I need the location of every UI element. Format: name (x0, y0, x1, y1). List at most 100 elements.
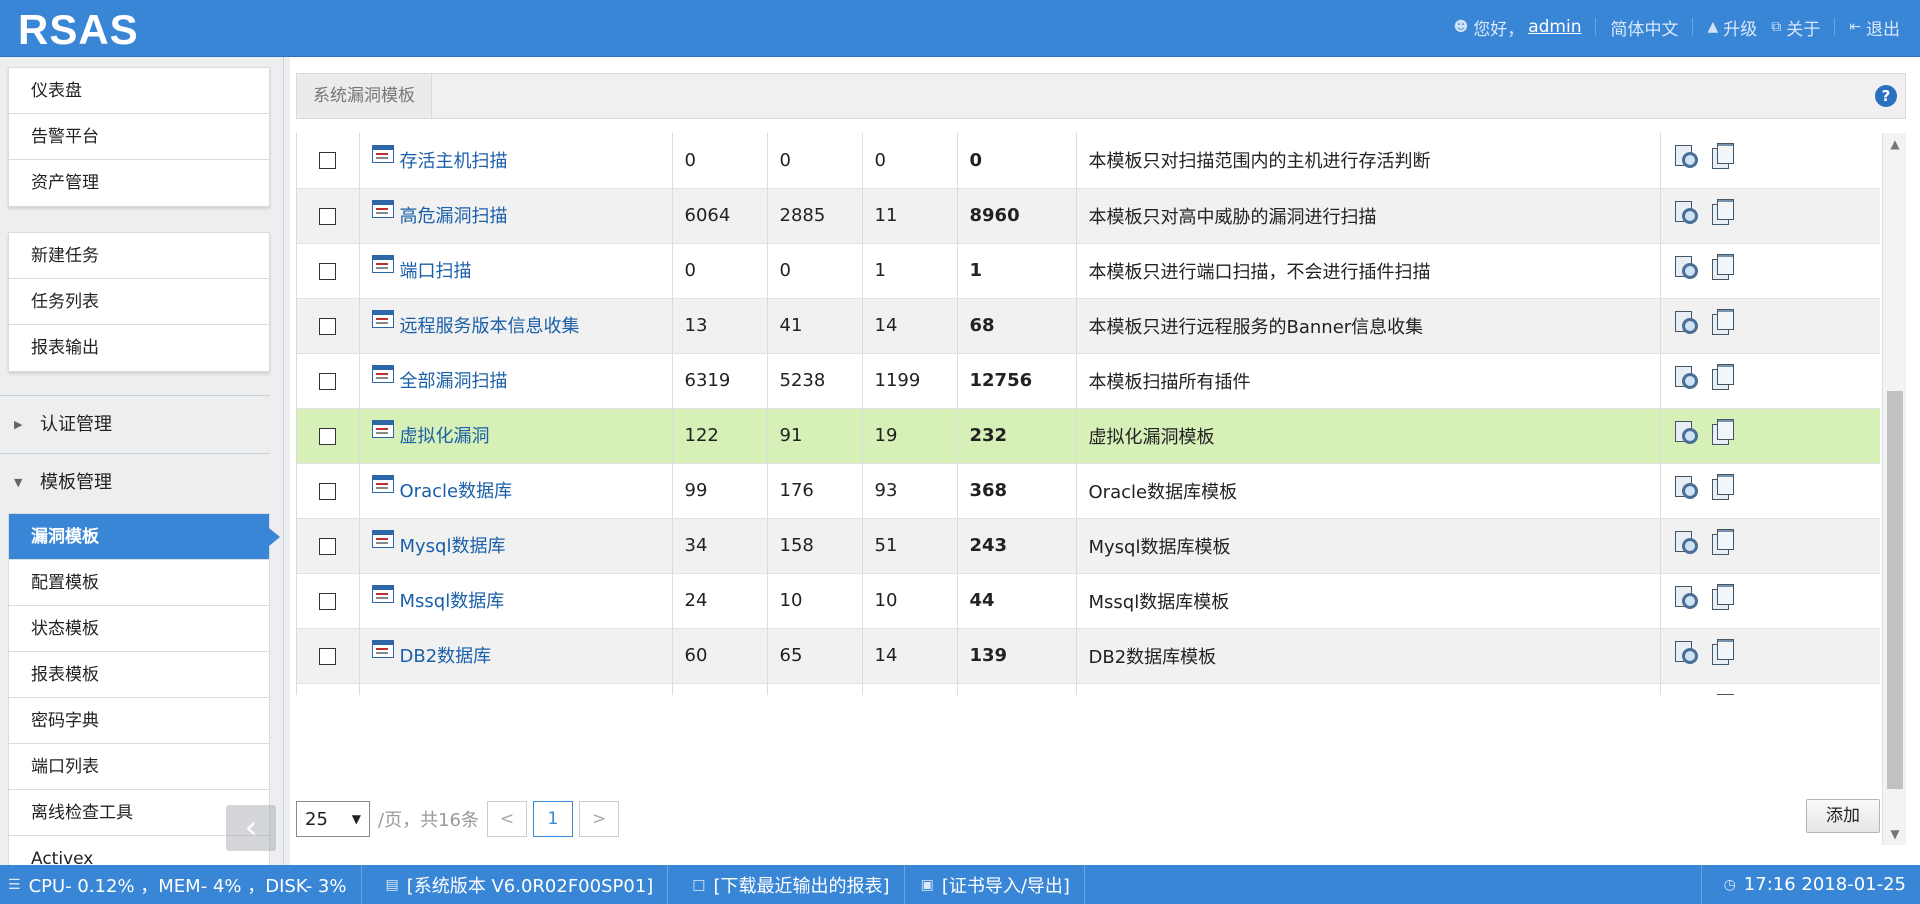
user-greeting: ☻ 您好， admin (1454, 15, 1582, 40)
copy-icon[interactable] (1709, 363, 1735, 390)
current-page-button[interactable]: 1 (532, 801, 573, 837)
sidebar-item-password-dict[interactable]: 密码字典 (9, 698, 269, 744)
copy-icon[interactable] (1709, 198, 1735, 225)
sidebar-item-report-output[interactable]: 报表输出 (9, 325, 269, 371)
row-checkbox[interactable] (319, 317, 337, 335)
view-icon[interactable] (1673, 694, 1699, 696)
template-name-link[interactable]: 虚拟化漏洞 (371, 420, 490, 448)
view-icon[interactable] (1673, 529, 1699, 555)
copy-icon[interactable] (1709, 143, 1735, 170)
datetime-text: 17:16 2018-01-25 (1743, 874, 1906, 895)
table-row[interactable]: 远程服务版本信息收集 13 41 14 68 本模板只进行远程服务的Banner信息收集 (297, 298, 1880, 354)
sidebar-item-new-task[interactable]: 新建任务 (9, 233, 269, 279)
row-checkbox[interactable] (319, 207, 337, 225)
template-doc-icon (371, 200, 394, 218)
sidebar-item-dashboard[interactable]: 仪表盘 (9, 68, 269, 114)
table-row[interactable]: 存活主机扫描 0 0 0 0 本模板只对扫描范围内的主机进行存活判断 (297, 133, 1880, 189)
tab-system-vuln-template[interactable]: 系统漏洞模板 (297, 74, 432, 118)
caret-right-icon: ▶ (14, 418, 23, 431)
copy-icon[interactable] (1709, 693, 1735, 695)
template-name-link[interactable]: 远程服务版本信息收集 (371, 310, 580, 338)
view-icon[interactable] (1673, 639, 1699, 665)
view-icon[interactable] (1673, 199, 1699, 225)
scroll-up-icon[interactable]: ▲ (1883, 137, 1907, 151)
status-datetime: ◷ 17:16 2018-01-25 (1700, 865, 1920, 904)
row-checkbox[interactable] (319, 372, 337, 390)
copy-icon[interactable] (1709, 473, 1735, 500)
page-size-select[interactable]: 25 ▼ (296, 801, 370, 837)
view-icon[interactable] (1673, 309, 1699, 335)
copy-icon[interactable] (1709, 418, 1735, 445)
template-name-cell: 高危漏洞扫描 (359, 188, 673, 244)
help-icon[interactable]: ? (1875, 85, 1897, 107)
about-link[interactable]: ⧉ 关于 (1771, 15, 1820, 40)
next-page-button[interactable]: > (578, 801, 619, 837)
row-checkbox[interactable] (319, 647, 337, 665)
view-icon[interactable] (1673, 419, 1699, 445)
count-cell: 24 (672, 573, 768, 629)
sidebar-item-config-template[interactable]: 配置模板 (9, 560, 269, 606)
sidebar-item-vuln-template[interactable]: 漏洞模板 (9, 514, 280, 560)
row-checkbox[interactable] (319, 537, 337, 555)
row-checkbox[interactable] (319, 262, 337, 280)
collapse-sidebar-button[interactable]: ‹ (226, 805, 276, 851)
sidebar-item-alerts[interactable]: 告警平台 (9, 114, 269, 160)
template-name: 全部漏洞扫描 (399, 371, 508, 392)
row-checkbox[interactable] (319, 152, 337, 170)
sidebar-section-auth[interactable]: ▶ 认证管理 (0, 397, 270, 453)
username-link[interactable]: admin (1528, 17, 1581, 37)
app-logo: RSAS (18, 6, 139, 53)
table-row[interactable]: 虚拟化漏洞 122 91 19 232 虚拟化漏洞模板 (297, 408, 1880, 464)
template-name-link[interactable]: DB2数据库 (371, 640, 491, 668)
copy-icon[interactable] (1709, 638, 1735, 665)
cert-import-export-link[interactable]: ▣ [证书导入/导出] (905, 865, 1085, 904)
count-cell: 0 (862, 133, 958, 189)
view-icon[interactable] (1673, 584, 1699, 610)
table-row[interactable]: 高危漏洞扫描 6064 2885 11 8960 本模板只对高中威胁的漏洞进行扫描 (297, 188, 1880, 244)
scrollbar-thumb[interactable] (1887, 391, 1903, 789)
row-checkbox[interactable] (319, 592, 337, 610)
copy-icon[interactable] (1709, 308, 1735, 335)
sidebar-item-port-list[interactable]: 端口列表 (9, 744, 269, 790)
table-row[interactable]: 全部漏洞扫描 6319 5238 1199 12756 本模板扫描所有插件 (297, 353, 1880, 409)
vertical-scrollbar[interactable]: ▲ ▼ (1882, 133, 1906, 845)
copy-icon[interactable] (1709, 583, 1735, 610)
view-icon[interactable] (1673, 364, 1699, 390)
table-row[interactable]: 端口扫描 0 0 1 1 本模板只进行端口扫描，不会进行插件扫描 (297, 243, 1880, 299)
logout-link[interactable]: ⇤ 退出 (1849, 15, 1900, 40)
row-select-cell (297, 133, 360, 189)
table-row[interactable]: Mysql数据库 34 158 51 243 Mysql数据库模板 (297, 518, 1880, 574)
view-icon[interactable] (1673, 254, 1699, 280)
upgrade-link[interactable]: ▲ 升级 (1707, 15, 1757, 40)
view-icon[interactable] (1673, 474, 1699, 500)
table-row[interactable]: Mssql数据库 24 10 10 44 Mssql数据库模板 (297, 573, 1880, 629)
table-row[interactable]: DB2数据库 60 65 14 139 DB2数据库模板 (297, 628, 1880, 684)
view-icon[interactable] (1673, 143, 1699, 169)
template-name-link[interactable]: Mssql数据库 (371, 585, 504, 613)
row-actions (1673, 363, 1869, 390)
row-checkbox[interactable] (319, 427, 337, 445)
copy-icon[interactable] (1709, 528, 1735, 555)
row-checkbox[interactable] (319, 482, 337, 500)
template-name-link[interactable]: 端口扫描 (371, 255, 472, 283)
table-row[interactable]: Oracle数据库 99 176 93 368 Oracle数据库模板 (297, 463, 1880, 519)
template-name-link[interactable]: Mysql数据库 (371, 530, 506, 558)
language-link[interactable]: 简体中文 (1610, 15, 1678, 40)
sidebar-item-report-template[interactable]: 报表模板 (9, 652, 269, 698)
sidebar-item-task-list[interactable]: 任务列表 (9, 279, 269, 325)
copy-icon[interactable] (1709, 253, 1735, 280)
sidebar-item-assets[interactable]: 资产管理 (9, 160, 269, 206)
sidebar-item-status-template[interactable]: 状态模板 (9, 606, 269, 652)
table-row[interactable]: SYBASE数据库115218SYBASE数据库模板 (297, 683, 1880, 695)
add-button[interactable]: 添加 (1806, 799, 1880, 833)
template-doc-icon (371, 255, 394, 273)
count-cell: 2 (862, 683, 958, 695)
template-name-link[interactable]: 存活主机扫描 (371, 144, 508, 173)
template-name-link[interactable]: 高危漏洞扫描 (371, 200, 508, 228)
prev-page-button[interactable]: < (486, 801, 527, 837)
sidebar-section-templates[interactable]: ▼ 模板管理 (0, 455, 270, 511)
scroll-down-icon[interactable]: ▼ (1883, 827, 1907, 841)
template-name-link[interactable]: Oracle数据库 (371, 475, 512, 503)
template-name-link[interactable]: 全部漏洞扫描 (371, 365, 508, 393)
download-report-link[interactable]: □ [下载最近输出的报表] (668, 865, 905, 904)
